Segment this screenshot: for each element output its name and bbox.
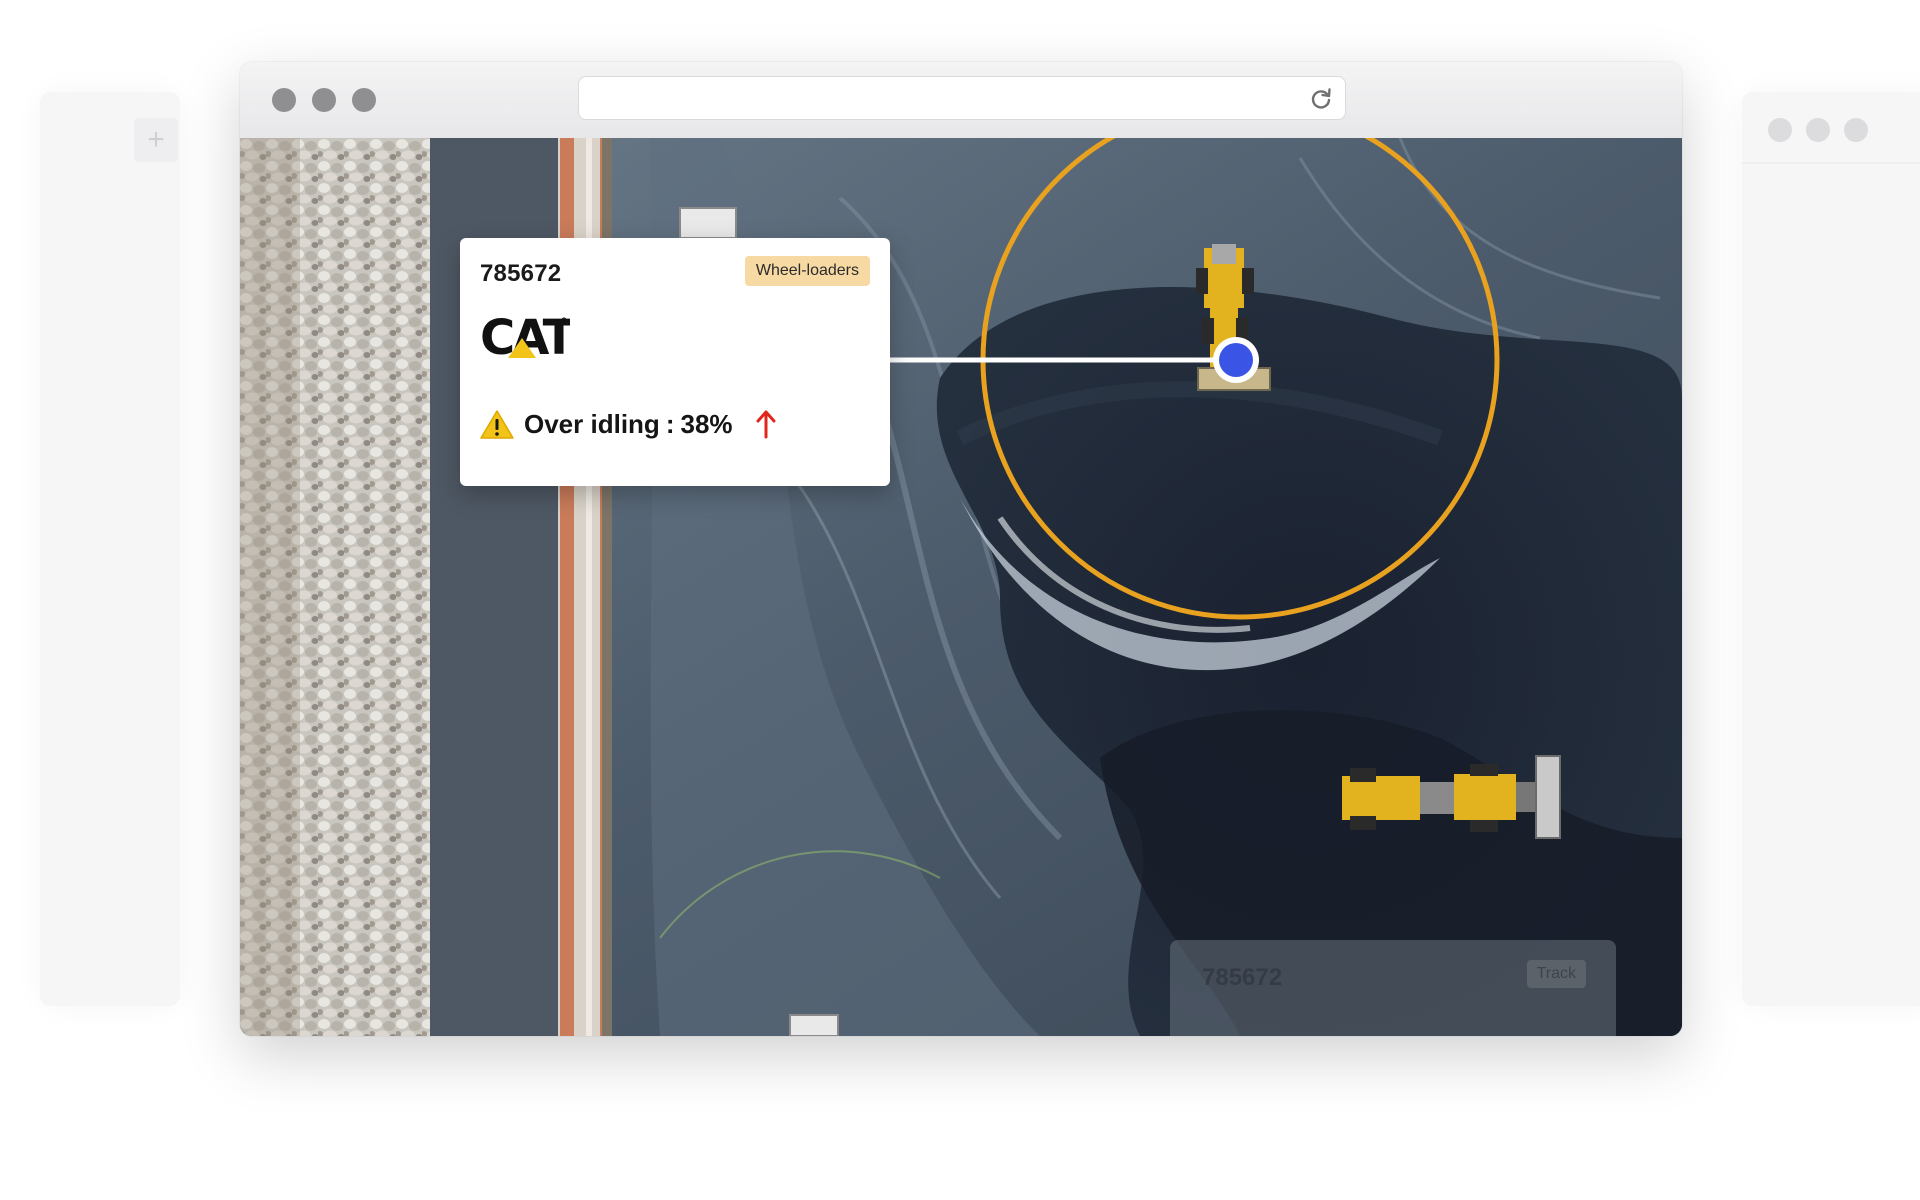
address-bar[interactable] [578,76,1346,120]
window-dot-icon [1844,118,1868,142]
new-tab-plus-icon: + [134,118,178,162]
close-window-button[interactable] [272,88,296,112]
secondary-machine-card[interactable]: 785672 Track [1170,940,1616,1036]
maximize-window-button[interactable] [352,88,376,112]
map-viewport: 785672 Wheel-loaders CAT Over idling : 3… [240,138,1682,1036]
idle-alert-row: Over idling : 38% [480,404,777,444]
aerial-mine-site-image [240,138,1682,1036]
browser-titlebar [240,62,1682,139]
browser-window: 785672 Wheel-loaders CAT Over idling : 3… [240,62,1682,1036]
machine-id: 785672 [480,260,562,287]
background-window-controls [1768,118,1868,142]
window-controls [272,88,376,112]
alert-value: 38% [680,408,733,439]
arrow-up-icon [756,410,776,439]
reload-icon[interactable] [1307,85,1335,113]
window-dot-icon [1768,118,1792,142]
secondary-machine-id: 785672 [1202,964,1283,991]
alert-separator: : [665,408,675,439]
background-window-divider [1742,162,1920,164]
window-dot-icon [1806,118,1830,142]
background-window-right [1742,92,1920,1006]
machine-info-card[interactable]: 785672 Wheel-loaders CAT Over idling : 3… [460,238,890,486]
location-marker [1219,343,1253,377]
background-window-left: + [40,92,180,1006]
cat-logo: CAT [480,312,570,362]
minimize-window-button[interactable] [312,88,336,112]
warning-icon [480,410,514,439]
alert-label: Over idling [524,408,660,439]
secondary-category-badge: Track [1526,960,1586,988]
category-badge: Wheel-loaders [744,256,870,286]
